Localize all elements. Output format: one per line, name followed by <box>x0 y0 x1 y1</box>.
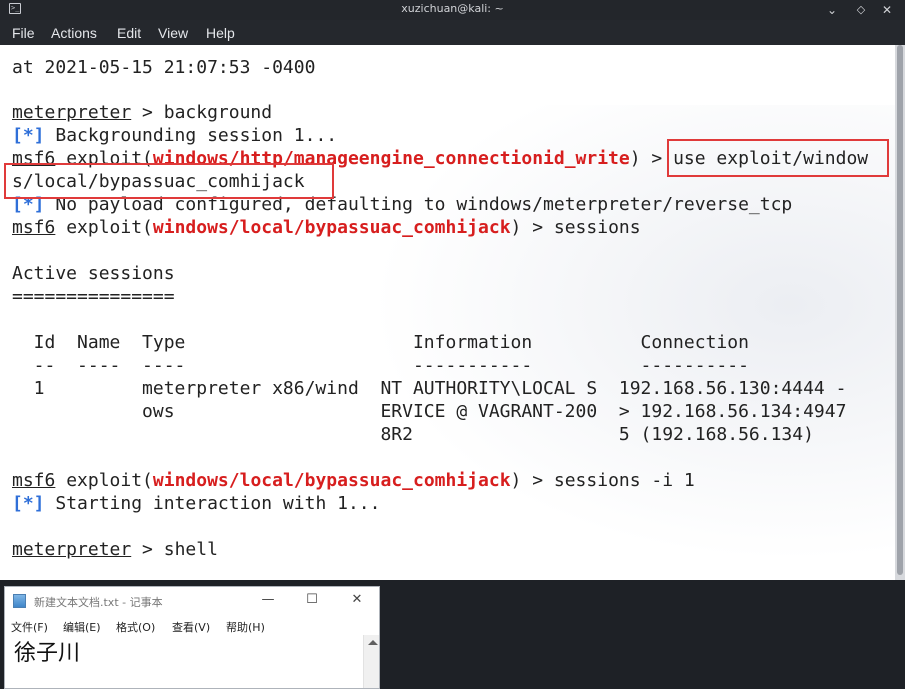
sessions-table-row: 1 meterpreter x86/wind NT AUTHORITY\LOCA… <box>12 378 847 399</box>
notepad-text-area[interactable]: 徐子川 <box>5 635 362 688</box>
menu-help[interactable]: 帮助(H) <box>226 619 265 635</box>
sessions-table-separator: -- ---- ---- ----------- ---------- <box>12 355 749 376</box>
prompt-msf6: msf6 <box>12 217 56 238</box>
info-tag: [*] <box>12 493 45 514</box>
prompt-exploit: exploit( <box>55 217 153 238</box>
command-text: > background <box>131 102 273 123</box>
terminal-line: [*] Backgrounding session 1... <box>12 125 337 147</box>
scroll-up-icon[interactable] <box>368 640 378 645</box>
close-icon[interactable]: ✕ <box>347 592 367 608</box>
module-name: windows/local/bypassuac_comhijack <box>152 217 511 238</box>
prompt-meterpreter: meterpreter <box>12 102 132 123</box>
menu-view[interactable]: 查看(V) <box>172 619 210 635</box>
menu-help[interactable]: Help <box>206 25 235 41</box>
maximize-icon[interactable]: ☐ <box>302 592 322 608</box>
notepad-scrollbar[interactable] <box>363 635 379 688</box>
terminal-line: [*] Starting interaction with 1... <box>12 493 380 515</box>
terminal-line: msf6 exploit(windows/local/bypassuac_com… <box>12 470 695 492</box>
menu-edit[interactable]: 编辑(E) <box>63 619 101 635</box>
command-text: > shell <box>131 539 218 560</box>
highlight-box <box>4 163 334 199</box>
terminal-line: msf6 exploit(windows/local/bypassuac_com… <box>12 217 641 239</box>
menu-view[interactable]: View <box>158 25 188 41</box>
notepad-window[interactable]: 新建文本文档.txt - 记事本 — ☐ ✕ 文件(F) 编辑(E) 格式(O)… <box>4 586 380 689</box>
minimize-icon[interactable]: ⌄ <box>823 1 841 19</box>
prompt-msf6: msf6 <box>12 470 56 491</box>
menu-file[interactable]: 文件(F) <box>11 619 48 635</box>
notepad-titlebar[interactable]: 新建文本文档.txt - 记事本 — ☐ ✕ <box>5 587 379 615</box>
info-tag: [*] <box>12 125 45 146</box>
menu-file[interactable]: File <box>12 25 35 41</box>
terminal-line: at 2021-05-15 21:07:53 -0400 <box>12 57 316 78</box>
sessions-table-row: 8R2 5 (192.168.56.134) <box>12 424 814 445</box>
sessions-table-header: Id Name Type Information Connection <box>12 332 749 353</box>
menu-actions[interactable]: Actions <box>51 25 97 41</box>
command-text: ) > sessions <box>510 217 641 238</box>
notepad-content: 徐子川 <box>14 641 81 666</box>
maximize-icon[interactable]: ◇ <box>852 1 870 19</box>
info-text: Starting interaction with 1... <box>44 493 381 514</box>
close-icon[interactable]: ✕ <box>878 1 896 19</box>
terminal-output[interactable]: at 2021-05-15 21:07:53 -0400 meterpreter… <box>0 45 895 580</box>
module-name: windows/local/bypassuac_comhijack <box>152 470 511 491</box>
notepad-icon <box>13 594 26 608</box>
notepad-title: 新建文本文档.txt - 记事本 <box>34 596 163 609</box>
terminal-line: meterpreter > background <box>12 102 272 124</box>
sessions-underline: =============== <box>12 286 175 307</box>
menu-format[interactable]: 格式(O) <box>116 619 155 635</box>
terminal-line: meterpreter > shell <box>12 539 218 561</box>
prompt-exploit: exploit( <box>55 470 153 491</box>
prompt-meterpreter: meterpreter <box>12 539 132 560</box>
highlight-box <box>667 139 889 177</box>
window-title: xuzichuan@kali: ~ <box>401 2 504 15</box>
terminal-menubar: File Actions Edit View Help <box>0 20 905 45</box>
sessions-heading: Active sessions <box>12 263 175 284</box>
menu-edit[interactable]: Edit <box>117 25 141 41</box>
sessions-table-row: ows ERVICE @ VAGRANT-200 > 192.168.56.13… <box>12 401 847 422</box>
minimize-icon[interactable]: — <box>258 592 278 608</box>
terminal-titlebar[interactable]: >_ xuzichuan@kali: ~ ⌄ ◇ ✕ <box>0 0 905 20</box>
notepad-menubar: 文件(F) 编辑(E) 格式(O) 查看(V) 帮助(H) <box>5 617 379 635</box>
terminal-scrollbar-thumb[interactable] <box>897 45 903 575</box>
info-text: Backgrounding session 1... <box>44 125 338 146</box>
command-text: ) > sessions -i 1 <box>510 470 695 491</box>
